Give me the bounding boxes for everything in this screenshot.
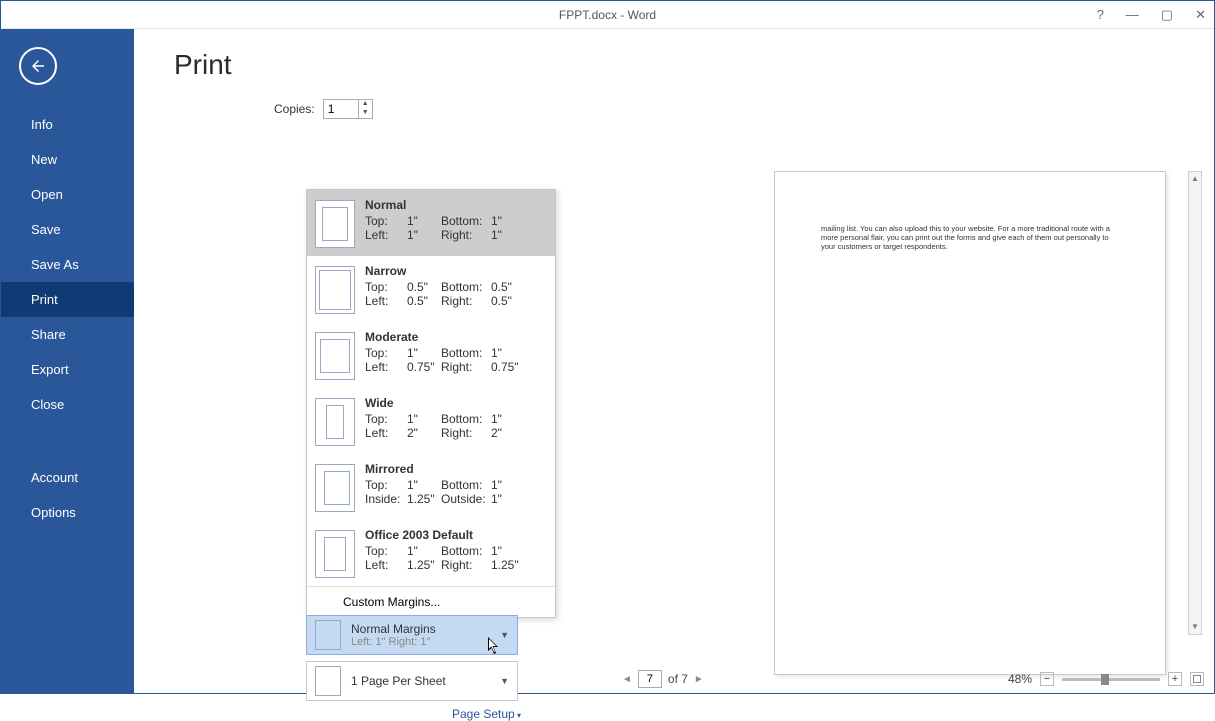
margin-preset-icon [315, 200, 355, 248]
page-number-input[interactable] [638, 670, 662, 688]
margin-option-normal[interactable]: NormalTop:1"Bottom:1"Left:1"Right:1" [307, 190, 555, 256]
margin-option-narrow[interactable]: NarrowTop:0.5"Bottom:0.5"Left:0.5"Right:… [307, 256, 555, 322]
sidebar-item-export[interactable]: Export [1, 352, 134, 387]
custom-margins-item[interactable]: Custom Margins... [307, 586, 555, 617]
backstage-sidebar: InfoNewOpenSaveSave AsPrintShareExportCl… [1, 29, 134, 693]
sidebar-item-save-as[interactable]: Save As [1, 247, 134, 282]
page-title: Print [174, 49, 1214, 81]
margins-icon [315, 620, 341, 650]
spinner-down-icon[interactable]: ▼ [359, 109, 372, 118]
print-preview: mailing list. You can also upload this t… [584, 89, 1202, 665]
margin-option-name: Moderate [365, 330, 547, 344]
chevron-down-icon: ▼ [500, 630, 509, 640]
sidebar-item-print[interactable]: Print [1, 282, 134, 317]
sidebar-item-open[interactable]: Open [1, 177, 134, 212]
print-pane: Print Copies: ▲▼ NormalTop:1"Bottom:1"Le… [134, 29, 1214, 693]
scroll-up-icon[interactable]: ▲ [1189, 172, 1201, 186]
margin-preset-icon [315, 266, 355, 314]
zoom-out-button[interactable]: − [1040, 672, 1054, 686]
minimize-icon[interactable]: — [1126, 7, 1139, 22]
margin-option-mirrored[interactable]: MirroredTop:1"Bottom:1"Inside:1.25"Outsi… [307, 454, 555, 520]
sidebar-item-new[interactable]: New [1, 142, 134, 177]
pages-per-sheet-button[interactable]: 1 Page Per Sheet ▼ [306, 661, 518, 701]
pages-per-sheet-title: 1 Page Per Sheet [351, 674, 490, 688]
margins-button-title: Normal Margins [351, 622, 490, 636]
preview-text: mailing list. You can also upload this t… [821, 224, 1119, 251]
copies-label: Copies: [274, 102, 315, 116]
zoom-in-button[interactable]: + [1168, 672, 1182, 686]
copies-spinner[interactable]: ▲▼ [323, 99, 373, 119]
margin-option-name: Normal [365, 198, 547, 212]
margin-option-name: Wide [365, 396, 547, 410]
margins-dropdown[interactable]: NormalTop:1"Bottom:1"Left:1"Right:1"Narr… [306, 189, 556, 618]
margin-preset-icon [315, 464, 355, 512]
margins-button-sub: Left: 1" Right: 1" [351, 636, 490, 648]
margin-option-wide[interactable]: WideTop:1"Bottom:1"Left:2"Right:2" [307, 388, 555, 454]
margin-option-office-2003-default[interactable]: Office 2003 DefaultTop:1"Bottom:1"Left:1… [307, 520, 555, 586]
zoom-percent: 48% [1008, 672, 1032, 686]
back-button[interactable] [19, 47, 57, 85]
sidebar-item-save[interactable]: Save [1, 212, 134, 247]
sidebar-item-share[interactable]: Share [1, 317, 134, 352]
help-icon[interactable]: ? [1097, 7, 1104, 22]
spinner-up-icon[interactable]: ▲ [359, 100, 372, 109]
sidebar-item-info[interactable]: Info [1, 107, 134, 142]
chevron-down-icon: ▼ [500, 676, 509, 686]
zoom-slider[interactable] [1062, 678, 1160, 681]
next-page-icon[interactable]: ► [694, 674, 704, 685]
sidebar-item-account[interactable]: Account [1, 460, 134, 495]
margin-option-name: Narrow [365, 264, 547, 278]
sidebar-item-close[interactable]: Close [1, 387, 134, 422]
margin-option-moderate[interactable]: ModerateTop:1"Bottom:1"Left:0.75"Right:0… [307, 322, 555, 388]
margin-preset-icon [315, 332, 355, 380]
margin-option-name: Mirrored [365, 462, 547, 476]
sidebar-item-options[interactable]: Options [1, 495, 134, 530]
maximize-icon[interactable]: ▢ [1161, 7, 1173, 23]
margin-preset-icon [315, 530, 355, 578]
preview-footer: ◄ of 7 ► 48% − + [584, 667, 1214, 691]
page-total: of 7 [668, 672, 688, 686]
close-icon[interactable]: ✕ [1195, 7, 1206, 23]
zoom-fit-button[interactable] [1190, 672, 1204, 686]
prev-page-icon[interactable]: ◄ [622, 674, 632, 685]
preview-page: mailing list. You can also upload this t… [774, 171, 1166, 675]
preview-scrollbar[interactable]: ▲ ▼ [1188, 171, 1202, 635]
sheet-icon [315, 666, 341, 696]
document-title: FPPT.docx - Word [559, 8, 656, 22]
page-setup-link[interactable]: Page Setup [452, 707, 521, 721]
title-bar: FPPT.docx - Word ? — ▢ ✕ [1, 1, 1214, 29]
margins-button[interactable]: Normal Margins Left: 1" Right: 1" ▼ [306, 615, 518, 655]
margin-preset-icon [315, 398, 355, 446]
margin-option-name: Office 2003 Default [365, 528, 547, 542]
scroll-down-icon[interactable]: ▼ [1189, 620, 1201, 634]
copies-input[interactable] [324, 100, 358, 118]
